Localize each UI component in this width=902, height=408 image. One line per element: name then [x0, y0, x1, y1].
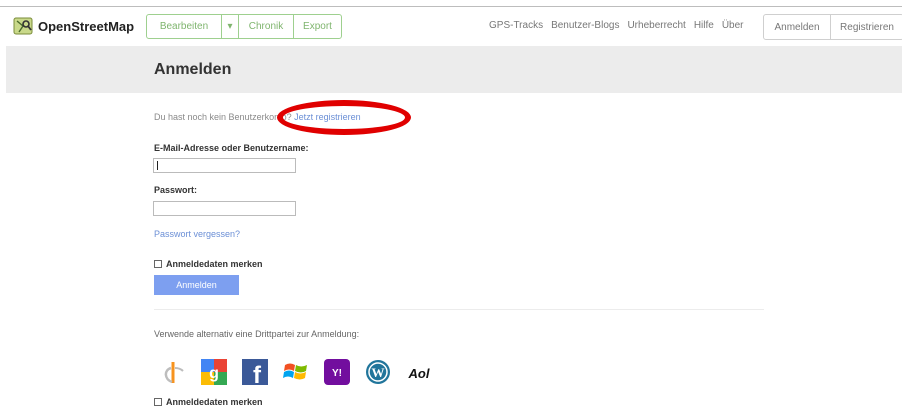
- yahoo-icon[interactable]: Y!: [324, 359, 350, 385]
- password-input[interactable]: [153, 201, 296, 216]
- username-label: E-Mail-Adresse oder Benutzername:: [154, 143, 309, 153]
- remember-label: Anmeldedaten merken: [166, 259, 263, 269]
- facebook-icon[interactable]: f: [242, 359, 268, 385]
- login-submit-button[interactable]: Anmelden: [154, 275, 239, 295]
- nav-user-blogs[interactable]: Benutzer-Blogs: [551, 20, 619, 31]
- svg-text:f: f: [253, 362, 262, 385]
- no-account-text: Du hast noch kein Benutzerkonto?: [154, 112, 292, 122]
- edit-dropdown-button[interactable]: ▾: [222, 15, 239, 38]
- page-title: Anmelden: [154, 61, 232, 78]
- remember-checkbox[interactable]: [154, 260, 162, 268]
- third-party-text: Verwende alternativ eine Drittpartei zur…: [154, 329, 360, 339]
- wordpress-icon[interactable]: W: [365, 359, 391, 385]
- remember-label-2: Anmeldedaten merken: [166, 397, 263, 407]
- password-label: Passwort:: [154, 185, 198, 195]
- remember-checkbox-2[interactable]: [154, 398, 162, 406]
- svg-text:Aol: Aol: [408, 366, 430, 381]
- google-icon[interactable]: g: [201, 359, 227, 385]
- text-caret: [157, 161, 158, 170]
- nav-links: GPS-Tracks Benutzer-Blogs Urheberrecht H…: [489, 20, 752, 31]
- svg-text:W: W: [372, 365, 385, 380]
- register-prompt: Du hast noch kein Benutzerkonto? Jetzt r…: [154, 112, 361, 122]
- top-border: [0, 6, 902, 7]
- logo[interactable]: OpenStreetMap: [13, 16, 134, 36]
- login-button[interactable]: Anmelden: [764, 15, 831, 39]
- nav-help[interactable]: Hilfe: [694, 20, 714, 31]
- edit-button-group: Bearbeiten ▾ Chronik Export: [146, 14, 342, 39]
- edit-button[interactable]: Bearbeiten: [147, 15, 222, 38]
- export-button[interactable]: Export: [294, 15, 341, 38]
- title-band: [6, 46, 902, 93]
- provider-list: g f Y! W Aol: [160, 359, 447, 385]
- svg-text:Y!: Y!: [332, 368, 342, 379]
- nav-gps-tracks[interactable]: GPS-Tracks: [489, 20, 543, 31]
- forgot-password-link[interactable]: Passwort vergessen?: [154, 229, 240, 239]
- windows-live-icon[interactable]: [283, 359, 309, 385]
- section-divider: [154, 309, 764, 310]
- register-button[interactable]: Registrieren: [831, 15, 902, 39]
- svg-text:g: g: [209, 365, 219, 382]
- username-input[interactable]: [153, 158, 296, 173]
- aol-icon[interactable]: Aol: [406, 359, 432, 385]
- osm-logo-icon: [13, 17, 33, 35]
- nav-about[interactable]: Über: [722, 20, 744, 31]
- logo-text: OpenStreetMap: [38, 18, 135, 34]
- nav-copyright[interactable]: Urheberrecht: [627, 20, 685, 31]
- history-button[interactable]: Chronik: [239, 15, 294, 38]
- openid-icon[interactable]: [160, 359, 186, 385]
- register-link[interactable]: Jetzt registrieren: [294, 112, 361, 122]
- auth-button-group: Anmelden Registrieren: [763, 14, 902, 40]
